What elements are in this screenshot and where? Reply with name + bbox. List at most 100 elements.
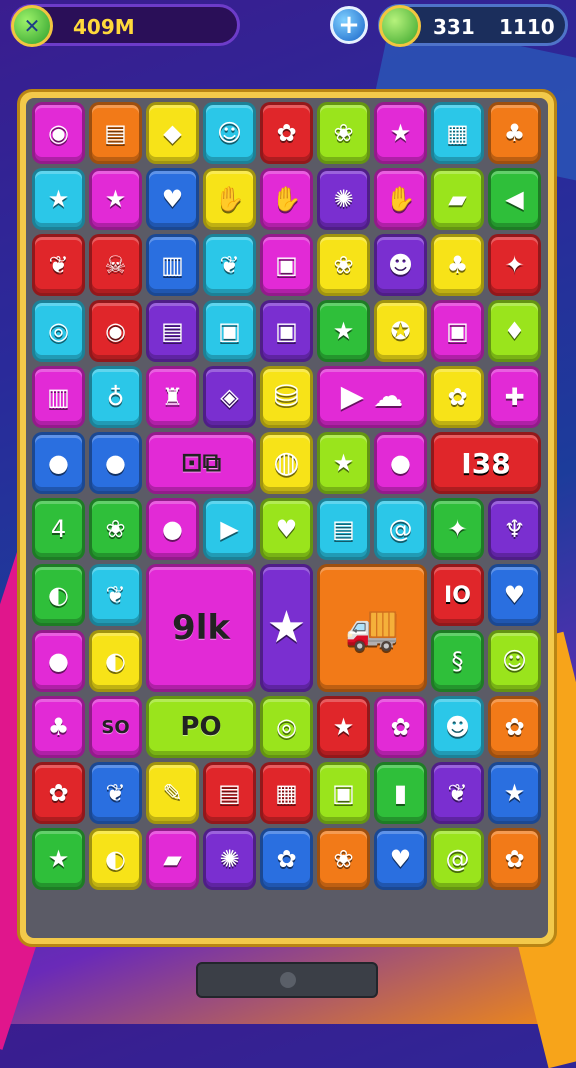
tile[interactable]: ✋ [374,168,427,230]
tile[interactable]: ♜ [146,366,199,428]
tile[interactable]: ✋ [203,168,256,230]
tile[interactable]: ❦ [89,762,142,824]
tile[interactable]: ✿ [260,828,313,890]
special-tile[interactable]: ★ [260,564,313,692]
tile[interactable]: ☺ [203,102,256,164]
tile[interactable]: @ [431,828,484,890]
tile[interactable]: ◎ [32,300,85,362]
tile[interactable]: ☻ [374,234,427,296]
tile[interactable]: ▥ [32,366,85,428]
tile[interactable]: ❀ [317,828,370,890]
big-tile[interactable]: IO [431,564,484,626]
tile[interactable]: ♣ [488,102,541,164]
tile[interactable]: ◉ [89,300,142,362]
tile[interactable]: ✿ [431,366,484,428]
tile[interactable]: ✦ [431,498,484,560]
tile[interactable]: ❀ [317,102,370,164]
tile[interactable]: ♁ [89,366,142,428]
big-tile[interactable]: I38 [431,432,541,494]
big-tile[interactable]: SO [89,696,142,758]
special-tile[interactable]: 🚚 [317,564,427,692]
tile[interactable]: ▰ [146,828,199,890]
tile[interactable]: ▤ [203,762,256,824]
tile[interactable]: ◐ [89,630,142,692]
tile[interactable]: ◈ [203,366,256,428]
big-tile[interactable]: PO [146,696,256,758]
tile[interactable]: ▤ [89,102,142,164]
tile[interactable]: ▮ [374,762,427,824]
tile[interactable]: ❀ [89,498,142,560]
tile[interactable]: ✚ [488,366,541,428]
tile[interactable]: ★ [89,168,142,230]
tile[interactable]: ▣ [203,300,256,362]
tile[interactable]: ★ [488,762,541,824]
tile[interactable]: ☠ [89,234,142,296]
tile[interactable]: ✋ [260,168,313,230]
tile[interactable]: ▣ [317,762,370,824]
tile[interactable]: ◐ [32,564,85,626]
tile[interactable]: ✿ [488,696,541,758]
currency-bar-right[interactable]: 331 1110 [378,4,568,47]
tile[interactable]: ❀ [317,234,370,296]
tile[interactable]: ▦ [431,102,484,164]
tile[interactable]: ▣ [260,234,313,296]
tile[interactable]: ▥ [146,234,199,296]
tile[interactable]: ◀ [488,168,541,230]
tile[interactable]: ✿ [374,696,427,758]
special-tile[interactable]: ◍ [260,432,313,494]
tile[interactable]: ● [32,432,85,494]
tile[interactable]: ✪ [374,300,427,362]
tile[interactable]: ★ [32,168,85,230]
tile[interactable]: ❦ [89,564,142,626]
tile[interactable]: ★ [317,300,370,362]
tile[interactable]: ▶ [203,498,256,560]
tile[interactable]: ▤ [317,498,370,560]
tile[interactable]: ▤ [146,300,199,362]
tile[interactable]: ♥ [146,168,199,230]
tile[interactable]: ✿ [488,828,541,890]
tile[interactable]: ☺ [488,630,541,692]
tile[interactable]: 4 [32,498,85,560]
tile[interactable]: ✿ [260,102,313,164]
tile[interactable]: ✺ [203,828,256,890]
tile[interactable]: ◉ [32,102,85,164]
tile[interactable]: ♥ [374,828,427,890]
tile[interactable]: ▦ [260,762,313,824]
tile[interactable]: ♦ [488,300,541,362]
tile[interactable]: ◐ [89,828,142,890]
tile[interactable]: ● [146,498,199,560]
tile[interactable]: ♥ [260,498,313,560]
tile[interactable]: ❦ [431,762,484,824]
tile[interactable]: ★ [317,696,370,758]
tile[interactable]: ❦ [32,234,85,296]
tile[interactable]: ❦ [203,234,256,296]
tile[interactable]: ✦ [488,234,541,296]
tile[interactable]: ◆ [146,102,199,164]
tile[interactable]: ✺ [317,168,370,230]
tile[interactable]: ▰ [431,168,484,230]
big-tile[interactable]: 9lk [146,564,256,692]
tile[interactable]: ★ [317,432,370,494]
tile[interactable]: ★ [374,102,427,164]
tile[interactable]: ★ [32,828,85,890]
tile[interactable]: @ [374,498,427,560]
tile[interactable]: ▣ [260,300,313,362]
add-currency-button[interactable]: + [330,6,368,44]
special-tile[interactable]: ⛁ [260,366,313,428]
tile[interactable]: ◎ [260,696,313,758]
tile[interactable]: ● [32,630,85,692]
tile[interactable]: ✿ [32,762,85,824]
tile[interactable]: ☻ [431,696,484,758]
tile[interactable]: ● [374,432,427,494]
tile[interactable]: ♣ [431,234,484,296]
special-tile[interactable]: ▶ ☁ [317,366,427,428]
tile[interactable]: ✎ [146,762,199,824]
big-tile[interactable]: ⊡⧉ [146,432,256,494]
currency-bar-left[interactable]: ✕ 409M [10,4,240,47]
tile[interactable]: ▣ [431,300,484,362]
tile[interactable]: ● [89,432,142,494]
tile[interactable]: ♥ [488,564,541,626]
tile[interactable]: ♣ [32,696,85,758]
tile[interactable]: § [431,630,484,692]
tile[interactable]: ♆ [488,498,541,560]
